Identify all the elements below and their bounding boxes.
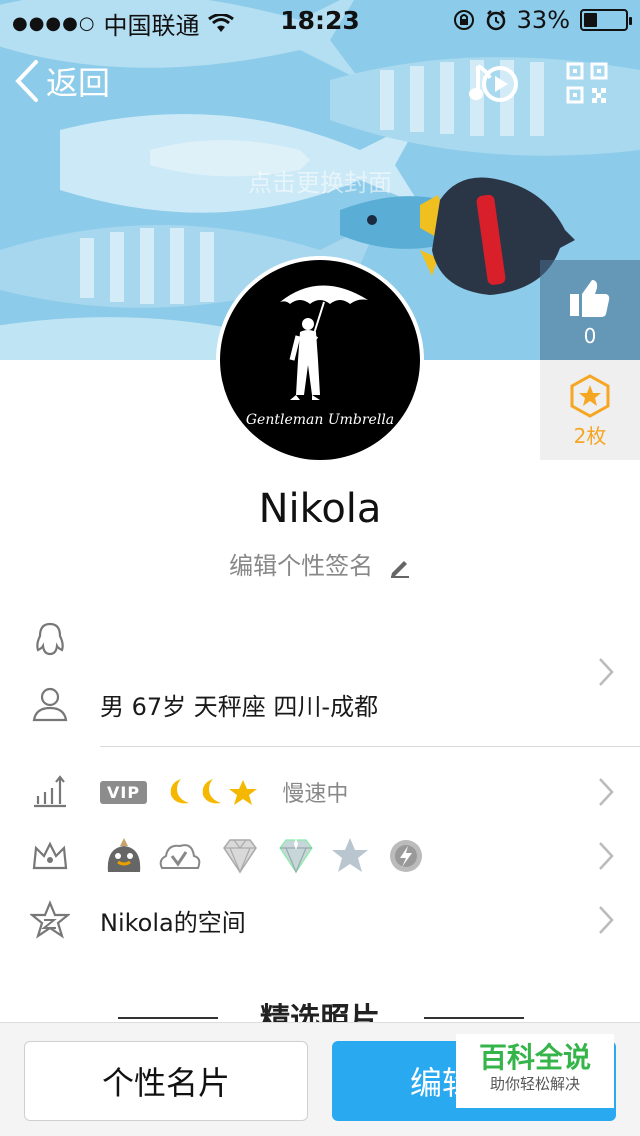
qzone-row[interactable]: Nikola的空间 bbox=[0, 890, 640, 950]
orientation-lock-icon bbox=[453, 10, 474, 30]
chevron-right-icon bbox=[599, 658, 614, 686]
watermark-logo: 百科全说 助你轻松解决 bbox=[456, 1034, 614, 1108]
star-icon bbox=[228, 780, 257, 805]
basic-info-row[interactable]: 男 67岁 天秤座 四川-成都 bbox=[0, 674, 640, 734]
moon-icon bbox=[202, 779, 221, 804]
like-count: 0 bbox=[583, 324, 597, 348]
diamond-icon bbox=[223, 839, 257, 874]
divider bbox=[100, 746, 640, 747]
moon-icon bbox=[170, 779, 189, 804]
edit-signature-link[interactable]: 编辑个性签名 bbox=[0, 546, 640, 581]
vip-level-row[interactable]: VIP 慢速中 bbox=[0, 762, 640, 822]
vip-tag: VIP bbox=[100, 780, 148, 804]
battery-icon bbox=[580, 9, 632, 31]
basic-info-text: 男 67岁 天秤座 四川-成都 bbox=[100, 692, 379, 721]
star-badge-icon bbox=[570, 374, 610, 418]
battery-fill bbox=[584, 13, 597, 27]
thumbs-up-icon bbox=[570, 280, 610, 317]
music-play-icon[interactable] bbox=[468, 60, 520, 108]
crown-icon bbox=[32, 841, 68, 870]
signature-label: 编辑个性签名 bbox=[229, 552, 374, 580]
avatar[interactable]: Gentleman Umbrella bbox=[216, 256, 424, 464]
lightning-icon bbox=[390, 840, 422, 872]
chevron-right-icon bbox=[599, 778, 614, 806]
qzone-label: Nikola的空间 bbox=[100, 908, 246, 937]
qr-code-icon[interactable] bbox=[566, 62, 608, 104]
profile-card-button[interactable]: 个性名片 bbox=[24, 1041, 308, 1121]
back-button[interactable]: 返回 bbox=[14, 58, 110, 104]
pencil-icon bbox=[390, 561, 409, 578]
penguin-outline-icon bbox=[36, 622, 64, 656]
badge-button[interactable]: 2枚 bbox=[540, 360, 640, 460]
service-icons bbox=[107, 838, 422, 874]
star-icon bbox=[332, 838, 368, 872]
like-button[interactable]: 0 bbox=[540, 260, 640, 360]
back-label: 返回 bbox=[46, 64, 111, 102]
watermark-title: 百科全说 bbox=[478, 1041, 591, 1074]
level-icons bbox=[170, 779, 257, 805]
services-row[interactable] bbox=[0, 826, 640, 886]
watermark-subtitle: 助你轻松解决 bbox=[489, 1075, 580, 1093]
chevron-right-icon bbox=[599, 842, 614, 870]
status-bar: ●●●●○ 中国联通 18:23 33% bbox=[0, 0, 640, 40]
speed-status: 慢速中 bbox=[282, 782, 349, 807]
qq-number-row bbox=[0, 610, 640, 670]
avatar-image: Gentleman Umbrella bbox=[220, 260, 420, 460]
person-icon bbox=[32, 687, 68, 722]
badge-count: 2枚 bbox=[573, 424, 607, 448]
umbrella-man-illustration bbox=[280, 285, 368, 400]
level-chart-icon bbox=[34, 775, 66, 808]
vip-level-info: VIP 慢速中 bbox=[100, 776, 348, 808]
blue-diamond-icon bbox=[279, 838, 313, 874]
chevron-right-icon bbox=[599, 906, 614, 934]
weiyun-icon bbox=[159, 844, 201, 869]
nickname: Nikola bbox=[258, 486, 382, 532]
alarm-icon bbox=[486, 10, 505, 31]
qq-penguin-icon bbox=[107, 838, 141, 872]
battery-percent: 33% bbox=[516, 6, 570, 34]
avatar-caption: Gentleman Umbrella bbox=[245, 412, 395, 428]
qzone-star-icon bbox=[30, 900, 70, 939]
change-cover-hint[interactable]: 点击更换封面 bbox=[0, 163, 640, 198]
chevron-left-icon bbox=[15, 60, 38, 102]
